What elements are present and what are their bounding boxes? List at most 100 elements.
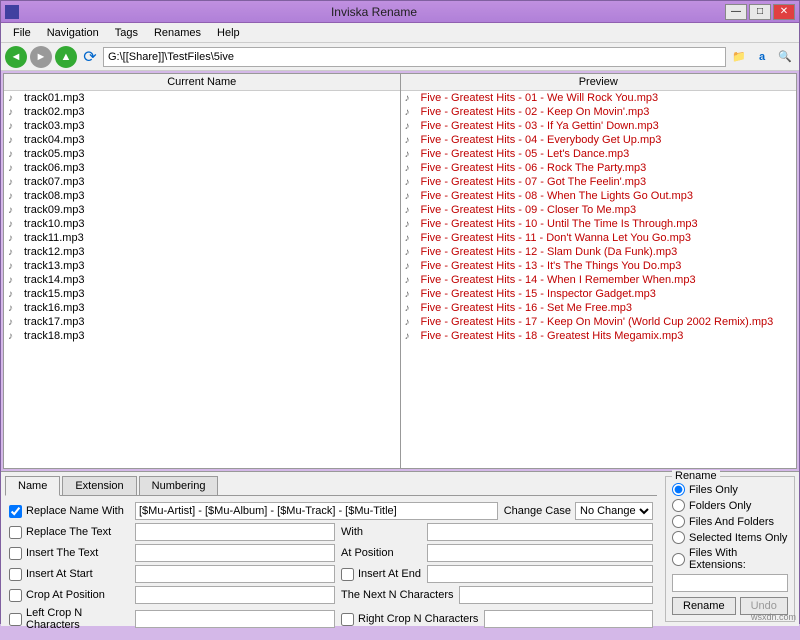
- insert-end-checkbox[interactable]: [341, 568, 354, 581]
- file-row[interactable]: track17.mp3: [4, 315, 400, 329]
- tab-name[interactable]: Name: [5, 476, 60, 496]
- tab-numbering[interactable]: Numbering: [139, 476, 219, 495]
- file-row[interactable]: track16.mp3: [4, 301, 400, 315]
- maximize-button[interactable]: □: [749, 4, 771, 20]
- next-n-input[interactable]: [459, 586, 653, 604]
- music-file-icon: [405, 288, 417, 300]
- file-name: track13.mp3: [24, 260, 85, 272]
- insert-end-input[interactable]: [427, 565, 653, 583]
- music-file-icon: [405, 330, 417, 342]
- music-file-icon: [405, 190, 417, 202]
- back-button[interactable]: ◄: [5, 46, 27, 68]
- replace-text-input[interactable]: [135, 523, 335, 541]
- menu-tags[interactable]: Tags: [107, 25, 146, 41]
- selected-only-radio[interactable]: [672, 531, 685, 544]
- rename-button[interactable]: Rename: [672, 597, 736, 615]
- file-row[interactable]: Five - Greatest Hits - 02 - Keep On Movi…: [401, 105, 797, 119]
- file-row[interactable]: Five - Greatest Hits - 03 - If Ya Gettin…: [401, 119, 797, 133]
- search-icon[interactable]: 🔍: [775, 47, 795, 67]
- file-row[interactable]: track01.mp3: [4, 91, 400, 105]
- ext-input[interactable]: [672, 574, 788, 592]
- file-row[interactable]: Five - Greatest Hits - 17 - Keep On Movi…: [401, 315, 797, 329]
- file-row[interactable]: track03.mp3: [4, 119, 400, 133]
- file-row[interactable]: track18.mp3: [4, 329, 400, 343]
- at-position-label: At Position: [341, 547, 421, 559]
- path-input[interactable]: [103, 47, 726, 67]
- file-row[interactable]: track06.mp3: [4, 161, 400, 175]
- minimize-button[interactable]: —: [725, 4, 747, 20]
- replace-name-checkbox[interactable]: [9, 505, 22, 518]
- file-row[interactable]: track05.mp3: [4, 147, 400, 161]
- music-file-icon: [8, 274, 20, 286]
- file-row[interactable]: track07.mp3: [4, 175, 400, 189]
- file-row[interactable]: Five - Greatest Hits - 04 - Everybody Ge…: [401, 133, 797, 147]
- file-row[interactable]: Five - Greatest Hits - 05 - Let's Dance.…: [401, 147, 797, 161]
- amazon-icon[interactable]: a: [752, 47, 772, 67]
- file-row[interactable]: Five - Greatest Hits - 01 - We Will Rock…: [401, 91, 797, 105]
- right-crop-input[interactable]: [484, 610, 653, 628]
- file-row[interactable]: track11.mp3: [4, 231, 400, 245]
- files-only-radio[interactable]: [672, 483, 685, 496]
- file-row[interactable]: Five - Greatest Hits - 11 - Don't Wanna …: [401, 231, 797, 245]
- folders-only-radio[interactable]: [672, 499, 685, 512]
- at-position-input[interactable]: [427, 544, 653, 562]
- file-row[interactable]: Five - Greatest Hits - 09 - Closer To Me…: [401, 203, 797, 217]
- file-row[interactable]: Five - Greatest Hits - 13 - It's The Thi…: [401, 259, 797, 273]
- refresh-icon[interactable]: ⟳: [80, 47, 100, 67]
- insert-start-input[interactable]: [135, 565, 335, 583]
- file-row[interactable]: track12.mp3: [4, 245, 400, 259]
- file-name: track07.mp3: [24, 176, 85, 188]
- insert-text-checkbox[interactable]: [9, 547, 22, 560]
- file-row[interactable]: track09.mp3: [4, 203, 400, 217]
- files-folders-radio[interactable]: [672, 515, 685, 528]
- with-input[interactable]: [427, 523, 653, 541]
- folder-icon[interactable]: 📁: [729, 47, 749, 67]
- file-name: track14.mp3: [24, 274, 85, 286]
- preview-name: Five - Greatest Hits - 05 - Let's Dance.…: [421, 148, 630, 160]
- file-row[interactable]: Five - Greatest Hits - 15 - Inspector Ga…: [401, 287, 797, 301]
- music-file-icon: [405, 274, 417, 286]
- menu-navigation[interactable]: Navigation: [39, 25, 107, 41]
- file-row[interactable]: track04.mp3: [4, 133, 400, 147]
- close-button[interactable]: ✕: [773, 4, 795, 20]
- menu-renames[interactable]: Renames: [146, 25, 209, 41]
- music-file-icon: [405, 106, 417, 118]
- file-row[interactable]: track02.mp3: [4, 105, 400, 119]
- change-case-select[interactable]: No Change: [575, 502, 653, 520]
- file-row[interactable]: Five - Greatest Hits - 10 - Until The Ti…: [401, 217, 797, 231]
- with-ext-radio[interactable]: [672, 553, 685, 566]
- tab-extension[interactable]: Extension: [62, 476, 136, 495]
- crop-pos-input[interactable]: [135, 586, 335, 604]
- file-name: track09.mp3: [24, 204, 85, 216]
- menu-help[interactable]: Help: [209, 25, 248, 41]
- preview-list[interactable]: Five - Greatest Hits - 01 - We Will Rock…: [401, 91, 797, 468]
- current-list[interactable]: track01.mp3track02.mp3track03.mp3track04…: [4, 91, 400, 468]
- file-row[interactable]: track13.mp3: [4, 259, 400, 273]
- file-row[interactable]: track08.mp3: [4, 189, 400, 203]
- crop-pos-checkbox[interactable]: [9, 589, 22, 602]
- menu-file[interactable]: File: [5, 25, 39, 41]
- music-file-icon: [8, 92, 20, 104]
- file-row[interactable]: Five - Greatest Hits - 14 - When I Remem…: [401, 273, 797, 287]
- file-name: track16.mp3: [24, 302, 85, 314]
- replace-text-checkbox[interactable]: [9, 526, 22, 539]
- file-row[interactable]: track15.mp3: [4, 287, 400, 301]
- file-row[interactable]: Five - Greatest Hits - 12 - Slam Dunk (D…: [401, 245, 797, 259]
- preview-name: Five - Greatest Hits - 13 - It's The Thi…: [421, 260, 682, 272]
- left-crop-label: Left Crop N Characters: [26, 607, 129, 631]
- insert-start-checkbox[interactable]: [9, 568, 22, 581]
- up-button[interactable]: ▲: [55, 46, 77, 68]
- forward-button[interactable]: ►: [30, 46, 52, 68]
- window-title: Inviska Rename: [23, 5, 725, 19]
- file-row[interactable]: track14.mp3: [4, 273, 400, 287]
- left-crop-input[interactable]: [135, 610, 335, 628]
- file-row[interactable]: Five - Greatest Hits - 08 - When The Lig…: [401, 189, 797, 203]
- file-row[interactable]: Five - Greatest Hits - 06 - Rock The Par…: [401, 161, 797, 175]
- file-row[interactable]: Five - Greatest Hits - 18 - Greatest Hit…: [401, 329, 797, 343]
- file-row[interactable]: track10.mp3: [4, 217, 400, 231]
- rename-legend: Rename: [672, 470, 720, 482]
- replace-name-input[interactable]: [135, 502, 498, 520]
- file-row[interactable]: Five - Greatest Hits - 16 - Set Me Free.…: [401, 301, 797, 315]
- file-row[interactable]: Five - Greatest Hits - 07 - Got The Feel…: [401, 175, 797, 189]
- insert-text-input[interactable]: [135, 544, 335, 562]
